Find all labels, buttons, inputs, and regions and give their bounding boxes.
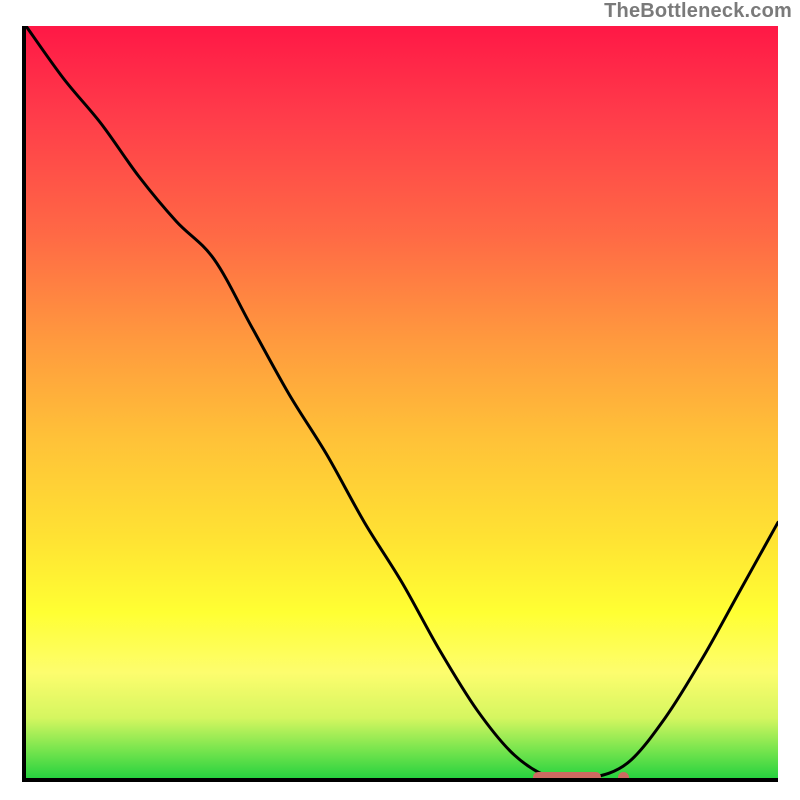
- chart-line-svg: [26, 26, 778, 778]
- chart-indicator-dot: [618, 772, 629, 782]
- watermark-text: TheBottleneck.com: [604, 0, 792, 23]
- chart-plot-area: [22, 26, 778, 782]
- chart-indicator-bar: [533, 772, 601, 782]
- chart-line-path: [26, 26, 778, 778]
